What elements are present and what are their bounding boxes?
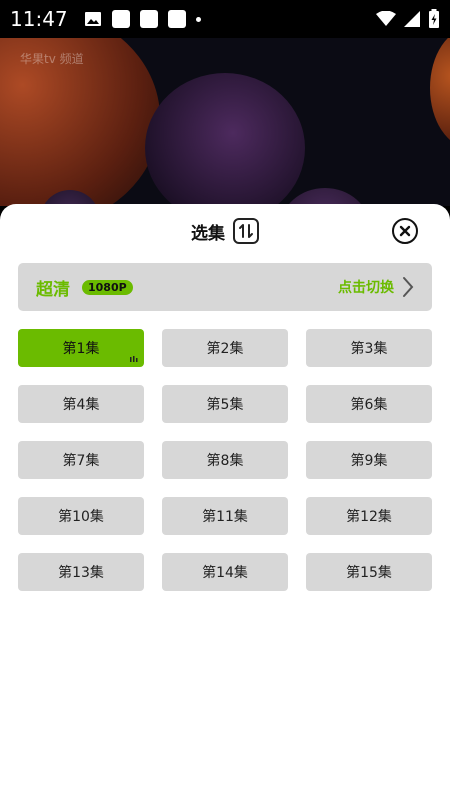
video-frame-shape <box>430 38 450 148</box>
notification-icons <box>84 10 201 28</box>
status-time: 11:47 <box>10 7 68 31</box>
episode-label: 第5集 <box>206 397 244 413</box>
episode-label: 第6集 <box>350 397 388 413</box>
episode-label: 第7集 <box>62 453 100 469</box>
channel-watermark: 华果tv 频道 <box>20 52 84 66</box>
episode-button[interactable]: 第11集 <box>162 497 288 535</box>
quality-label: 超清 <box>36 279 70 300</box>
status-bar: 11:47 <box>0 0 450 38</box>
wifi-icon <box>376 11 396 26</box>
episode-grid: 第1集 第2集 第3集 第4集 第5集 第6集 第7集 第8集 第9集 第10集… <box>18 329 432 591</box>
chevron-right-icon <box>403 277 414 297</box>
app-notification-icon <box>111 10 130 28</box>
episode-label: 第10集 <box>58 509 104 525</box>
episode-label: 第9集 <box>350 453 388 469</box>
episode-label: 第12集 <box>346 509 392 525</box>
episode-button[interactable]: 第3集 <box>306 329 432 367</box>
sheet-title: 选集 <box>191 223 225 244</box>
episode-button[interactable]: 第1集 <box>18 329 144 367</box>
episode-button[interactable]: 第5集 <box>162 385 288 423</box>
episode-label: 第14集 <box>202 565 248 581</box>
episode-button[interactable]: 第13集 <box>18 553 144 591</box>
more-notifications-dot-icon <box>195 16 201 22</box>
episode-button[interactable]: 第6集 <box>306 385 432 423</box>
quality-selector[interactable]: 超清 1080P 点击切换 <box>18 263 432 311</box>
episode-button[interactable]: 第8集 <box>162 441 288 479</box>
episode-button[interactable]: 第15集 <box>306 553 432 591</box>
close-button[interactable] <box>392 218 418 244</box>
sheet-header: 选集 <box>0 204 450 258</box>
quality-switch-label[interactable]: 点击切换 <box>338 277 394 297</box>
video-player[interactable]: 华果tv 频道 <box>0 38 450 206</box>
episode-button[interactable]: 第12集 <box>306 497 432 535</box>
episode-label: 第15集 <box>346 565 392 581</box>
close-icon <box>399 225 411 237</box>
app-notification-icon <box>167 10 186 28</box>
episode-label: 第1集 <box>62 341 100 357</box>
episode-sheet: 选集 超清 1080P 点击切换 第1集 第2集 第3集 第4集 第5集 第6集… <box>0 204 450 800</box>
sort-order-button[interactable] <box>233 218 259 244</box>
resolution-badge: 1080P <box>82 279 133 295</box>
episode-button[interactable]: 第10集 <box>18 497 144 535</box>
episode-label: 第8集 <box>206 453 244 469</box>
episode-button[interactable]: 第14集 <box>162 553 288 591</box>
signal-icon <box>404 11 420 27</box>
video-frame-shape <box>145 73 305 206</box>
episode-button[interactable]: 第9集 <box>306 441 432 479</box>
episode-label: 第13集 <box>58 565 104 581</box>
episode-button[interactable]: 第4集 <box>18 385 144 423</box>
episode-label: 第11集 <box>202 509 248 525</box>
battery-icon <box>429 9 439 28</box>
episode-label: 第4集 <box>62 397 100 413</box>
episode-label: 第3集 <box>350 341 388 357</box>
sort-icon <box>239 224 253 238</box>
episode-button[interactable]: 第7集 <box>18 441 144 479</box>
app-notification-icon <box>139 10 158 28</box>
playing-indicator-icon <box>130 356 138 362</box>
image-icon <box>84 12 101 26</box>
episode-button[interactable]: 第2集 <box>162 329 288 367</box>
episode-label: 第2集 <box>206 341 244 357</box>
